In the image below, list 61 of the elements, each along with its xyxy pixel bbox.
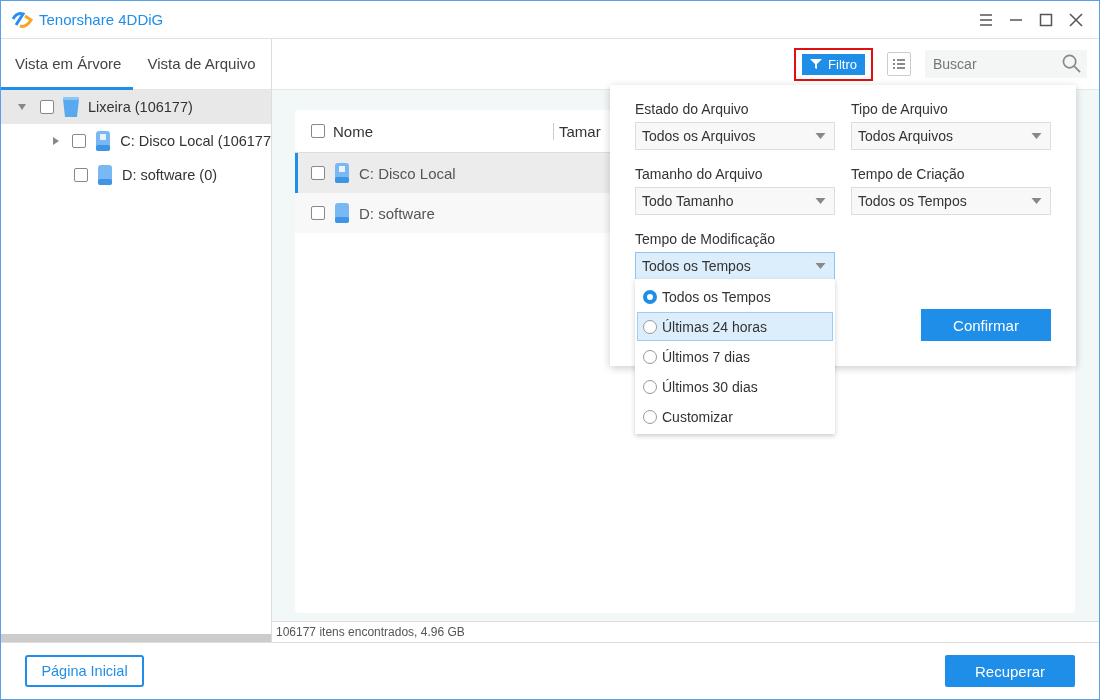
- caret-icon: [815, 263, 826, 269]
- maximize-icon[interactable]: [1039, 12, 1053, 27]
- menu-option[interactable]: Últimos 30 dias: [637, 372, 833, 401]
- column-header[interactable]: Tamar: [553, 122, 601, 140]
- field-label: Estado do Arquivo: [635, 101, 750, 117]
- table-cell: D: software: [359, 204, 435, 222]
- table-cell: C: Disco Local: [359, 164, 456, 182]
- expander-arrow-icon[interactable]: [17, 102, 27, 112]
- scrollbar[interactable]: [1, 634, 271, 642]
- dropdown[interactable]: Todo Tamanho: [635, 187, 835, 215]
- checkbox[interactable]: [311, 124, 325, 138]
- checkbox[interactable]: [311, 166, 325, 180]
- tab[interactable]: Vista de Arquivo: [133, 39, 268, 90]
- tree-label: D: software (0): [122, 167, 218, 183]
- field-label: Tamanho do Arquivo: [635, 166, 764, 182]
- column-header[interactable]: Nome: [333, 122, 553, 140]
- caret-icon: [815, 133, 826, 139]
- checkbox[interactable]: [74, 168, 88, 182]
- radio-button[interactable]: [643, 319, 657, 334]
- caret-icon: [1031, 133, 1042, 139]
- tree-label: Lixeira (106177): [88, 99, 193, 115]
- checkbox[interactable]: [40, 100, 54, 114]
- checkbox[interactable]: [72, 134, 87, 148]
- dropdown[interactable]: Todos os Tempos: [635, 252, 835, 280]
- caret-icon: [1031, 198, 1042, 204]
- window-title: Tenorshare 4DDiG: [39, 11, 164, 28]
- menu-option[interactable]: Últimas 24 horas: [637, 312, 833, 341]
- list-icon: [893, 59, 905, 69]
- search-icon[interactable]: [1062, 54, 1081, 73]
- trash-icon: [62, 96, 80, 118]
- tree-row[interactable]: C: Disco Local (106177: [1, 124, 271, 158]
- filter-icon: [810, 58, 823, 70]
- dropdown[interactable]: Todos os Tempos: [851, 187, 1051, 215]
- field-label: Tipo de Arquivo: [851, 101, 949, 117]
- dropdown[interactable]: Todos os Arquivos: [635, 122, 835, 150]
- expander-arrow-icon[interactable]: [51, 136, 61, 146]
- menu-option[interactable]: Customizar: [637, 402, 833, 431]
- menu-option[interactable]: Todos os Tempos: [637, 282, 833, 311]
- radio-button[interactable]: [643, 289, 657, 304]
- dropdown[interactable]: Todos Arquivos: [851, 122, 1051, 150]
- field-label: Tempo de Modificação: [635, 231, 777, 247]
- radio-button[interactable]: [643, 349, 657, 364]
- radio-button[interactable]: [643, 379, 657, 394]
- search-field[interactable]: Buscar: [925, 50, 1087, 78]
- radio-button[interactable]: [643, 409, 657, 424]
- menu-option[interactable]: Últimos 7 dias: [637, 342, 833, 371]
- drive-icon: [333, 202, 351, 224]
- close-icon[interactable]: [1069, 12, 1083, 27]
- tree-row[interactable]: D: software (0): [1, 158, 271, 192]
- home-button[interactable]: Página Inicial: [25, 655, 144, 687]
- menu-icon[interactable]: [979, 12, 993, 27]
- caret-icon: [815, 198, 826, 204]
- drive-icon: [96, 164, 114, 186]
- tree-row[interactable]: Lixeira (106177): [1, 90, 271, 124]
- drive-icon: [94, 130, 113, 152]
- field-label: Tempo de Criação: [851, 166, 966, 182]
- logo-icon: [11, 10, 33, 29]
- checkbox[interactable]: [311, 206, 325, 220]
- tree-label: C: Disco Local (106177: [120, 133, 271, 149]
- drive-icon: [333, 162, 351, 184]
- list-view-button[interactable]: [887, 52, 911, 76]
